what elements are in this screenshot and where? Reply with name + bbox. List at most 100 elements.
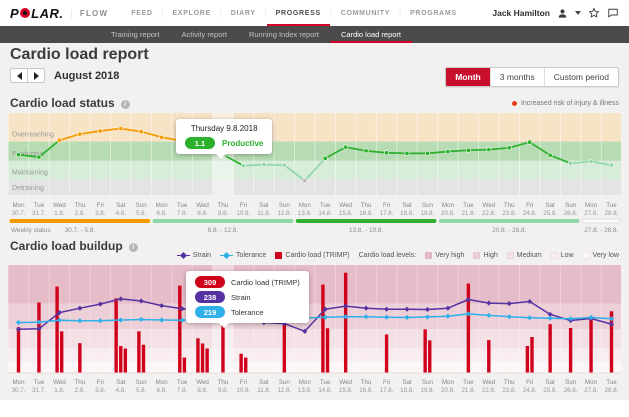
trimp-bar[interactable] bbox=[119, 346, 122, 373]
status-point[interactable] bbox=[282, 163, 286, 167]
user-name[interactable]: Jack Hamilton bbox=[492, 8, 550, 18]
status-point[interactable] bbox=[16, 152, 20, 156]
status-point[interactable] bbox=[37, 155, 41, 159]
status-point[interactable] bbox=[384, 151, 388, 155]
trimp-bar[interactable] bbox=[196, 338, 199, 373]
weekly-status-bar[interactable] bbox=[439, 219, 580, 223]
trimp-bar[interactable] bbox=[124, 349, 127, 373]
status-point[interactable] bbox=[589, 159, 593, 163]
status-point[interactable] bbox=[343, 145, 347, 149]
axis-day-label: Sat bbox=[259, 379, 269, 386]
subnav-item-cardio-load-report[interactable]: Cardio load report bbox=[330, 26, 412, 43]
status-point[interactable] bbox=[568, 161, 572, 165]
axis-date-label: 5.8. bbox=[136, 387, 147, 394]
trimp-bar[interactable] bbox=[487, 340, 490, 373]
status-point[interactable] bbox=[98, 129, 102, 133]
prev-period-button[interactable] bbox=[10, 68, 28, 83]
nav-item-progress[interactable]: PROGRESS bbox=[267, 0, 330, 26]
trimp-bar[interactable] bbox=[137, 331, 140, 373]
trimp-bar[interactable] bbox=[78, 343, 81, 373]
weekly-status-bar[interactable] bbox=[153, 219, 294, 223]
nav-item-diary[interactable]: DIARY bbox=[222, 0, 265, 26]
buildup-info-icon[interactable]: i bbox=[129, 243, 138, 252]
trimp-bar[interactable] bbox=[385, 334, 388, 373]
status-point[interactable] bbox=[405, 151, 409, 155]
trimp-bar[interactable] bbox=[326, 328, 329, 373]
status-point[interactable] bbox=[303, 179, 307, 183]
trimp-bar[interactable] bbox=[321, 285, 324, 373]
status-point[interactable] bbox=[159, 135, 163, 139]
nav-item-programs[interactable]: PROGRAMS bbox=[401, 0, 466, 26]
period-button-custom-period[interactable]: Custom period bbox=[544, 68, 618, 86]
weekly-status-bar[interactable] bbox=[10, 219, 151, 223]
status-point[interactable] bbox=[446, 149, 450, 153]
subnav-item-running-index-report[interactable]: Running Index report bbox=[238, 26, 330, 43]
status-point[interactable] bbox=[528, 140, 532, 144]
trimp-bar[interactable] bbox=[423, 329, 426, 373]
trimp-bar[interactable] bbox=[178, 286, 181, 373]
status-point[interactable] bbox=[507, 146, 511, 150]
status-point[interactable] bbox=[466, 148, 470, 152]
trimp-bar[interactable] bbox=[428, 340, 431, 373]
nav-item-community[interactable]: COMMUNITY bbox=[332, 0, 399, 26]
weekly-status-bar[interactable] bbox=[296, 219, 437, 223]
trimp-bar[interactable] bbox=[548, 324, 551, 373]
status-point[interactable] bbox=[609, 163, 613, 167]
strain-label: Strain bbox=[231, 293, 251, 302]
trimp-bar[interactable] bbox=[183, 358, 186, 373]
favorites-star-icon[interactable] bbox=[588, 7, 600, 19]
axis-date-label: 6.8. bbox=[156, 210, 167, 217]
trimp-bar[interactable] bbox=[60, 331, 63, 373]
nav-item-explore[interactable]: EXPLORE bbox=[164, 0, 220, 26]
axis-date-label: 26.8. bbox=[564, 387, 578, 394]
trimp-bar[interactable] bbox=[55, 287, 58, 373]
status-point[interactable] bbox=[364, 149, 368, 153]
buildup-legend: StrainToleranceCardio load (TRIMP)Cardio… bbox=[177, 252, 619, 259]
weekly-status-bar[interactable] bbox=[582, 219, 620, 223]
cardio-load-buildup-chart[interactable]: Mon30.7.Tue31.7.Wed1.8.Thu2.8.Fri3.8.Sat… bbox=[8, 265, 621, 396]
axis-date-label: 16.8. bbox=[359, 210, 373, 217]
trimp-bar[interactable] bbox=[17, 327, 20, 373]
trimp-bar[interactable] bbox=[526, 346, 529, 373]
divider: | bbox=[71, 8, 73, 18]
status-point[interactable] bbox=[548, 153, 552, 157]
trimp-bar[interactable] bbox=[244, 358, 247, 373]
status-section-title-text: Cardio load status bbox=[10, 96, 115, 110]
status-point[interactable] bbox=[262, 162, 266, 166]
trimp-bar[interactable] bbox=[344, 273, 347, 373]
status-point[interactable] bbox=[323, 156, 327, 160]
chevron-down-icon[interactable] bbox=[575, 11, 581, 18]
status-point[interactable] bbox=[487, 147, 491, 151]
axis-day-label: Tue bbox=[177, 202, 188, 209]
trimp-bar[interactable] bbox=[201, 343, 204, 373]
status-point[interactable] bbox=[425, 151, 429, 155]
status-point[interactable] bbox=[241, 164, 245, 168]
polar-logo[interactable]: PLAR. bbox=[10, 6, 64, 21]
trimp-bar[interactable] bbox=[239, 354, 242, 373]
trimp-bar[interactable] bbox=[589, 316, 592, 373]
subnav-item-training-report[interactable]: Training report bbox=[100, 26, 171, 43]
trimp-bar[interactable] bbox=[283, 324, 286, 373]
user-icon[interactable] bbox=[557, 8, 568, 19]
trimp-bar[interactable] bbox=[142, 345, 145, 373]
trimp-bar[interactable] bbox=[530, 337, 533, 373]
status-point[interactable] bbox=[57, 138, 61, 142]
period-button-month[interactable]: Month bbox=[446, 68, 490, 86]
product-name: FLOW bbox=[80, 9, 108, 18]
axis-date-label: 17.8. bbox=[380, 210, 394, 217]
status-info-icon[interactable]: i bbox=[121, 100, 130, 109]
status-point[interactable] bbox=[78, 132, 82, 136]
subnav-item-activity-report[interactable]: Activity report bbox=[171, 26, 238, 43]
period-button-3-months[interactable]: 3 months bbox=[490, 68, 544, 86]
trimp-bar[interactable] bbox=[569, 328, 572, 373]
status-point[interactable] bbox=[119, 126, 123, 130]
trimp-bar[interactable] bbox=[114, 298, 117, 373]
feedback-chat-icon[interactable] bbox=[607, 7, 619, 19]
cardio-load-status-chart[interactable]: OverreachingProductiveMaintainingDetrain… bbox=[8, 113, 621, 237]
axis-date-label: 2.8. bbox=[75, 387, 86, 394]
nav-item-feed[interactable]: FEED bbox=[122, 0, 161, 26]
next-period-button[interactable] bbox=[27, 68, 45, 83]
trimp-bar[interactable] bbox=[205, 349, 208, 373]
status-point[interactable] bbox=[139, 129, 143, 133]
trimp-bar[interactable] bbox=[37, 303, 40, 373]
